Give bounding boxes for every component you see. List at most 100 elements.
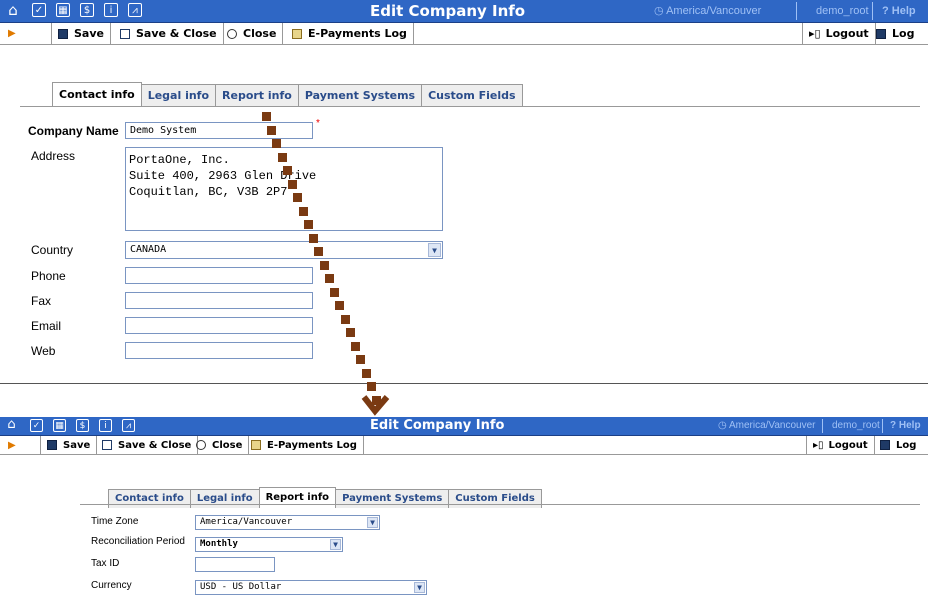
- currency-select[interactable]: USD - US Dollar ▼: [195, 580, 427, 595]
- arrow-head-icon: [361, 395, 390, 416]
- log-label: Log: [892, 27, 915, 40]
- required-marker: *: [316, 118, 320, 129]
- help-text: Help: [898, 420, 921, 431]
- dollar-icon[interactable]: $: [76, 419, 89, 432]
- help-icon: ?: [882, 5, 889, 17]
- chevron-down-icon: ▼: [330, 539, 341, 550]
- tab-payment-systems[interactable]: Payment Systems: [335, 489, 450, 508]
- timezone-text: America/Vancouver: [666, 5, 762, 17]
- log-button[interactable]: Log: [870, 23, 920, 44]
- phone-input[interactable]: [125, 267, 313, 284]
- checklist-icon[interactable]: ✓: [30, 419, 43, 432]
- separator: [822, 419, 823, 433]
- tab-legal-info[interactable]: Legal info: [189, 489, 260, 508]
- chart-icon[interactable]: ⩘: [128, 3, 142, 17]
- close-button[interactable]: Close: [221, 23, 284, 44]
- reconciliation-period-select[interactable]: Monthly ▼: [195, 537, 343, 552]
- close-label: Close: [243, 27, 277, 40]
- close-icon: [227, 28, 237, 39]
- close-button[interactable]: Close: [190, 436, 250, 454]
- tab-contact-info[interactable]: Contact info: [52, 82, 142, 107]
- log-book-icon: [876, 28, 886, 39]
- epayments-label: E-Payments Log: [308, 27, 407, 40]
- timezone-value: America/Vancouver: [200, 517, 293, 527]
- tab-custom-fields[interactable]: Custom Fields: [421, 84, 523, 107]
- logout-icon: ▸▯: [813, 439, 824, 451]
- currency-value: USD - US Dollar: [200, 582, 282, 592]
- timezone-link[interactable]: ◷ America/Vancouver: [718, 417, 816, 435]
- timezone-label: Time Zone: [91, 516, 139, 527]
- user-link[interactable]: demo_root: [816, 0, 869, 22]
- web-input[interactable]: [125, 342, 313, 359]
- checklist-icon[interactable]: ✓: [32, 3, 46, 17]
- tab-contact-info[interactable]: Contact info: [108, 489, 191, 508]
- epayments-log-button[interactable]: E-Payments Log: [286, 23, 414, 44]
- clock-icon: ◷: [654, 5, 664, 17]
- chevron-down-icon: ▼: [414, 582, 425, 593]
- title-bar: ⌂ ✓ ▦ $ i ⩘ Edit Company Info ◷ America/…: [0, 0, 928, 23]
- save-close-button[interactable]: Save & Close: [114, 23, 224, 44]
- fax-label: Fax: [31, 294, 52, 308]
- info-icon[interactable]: i: [99, 419, 112, 432]
- save-close-label: Save & Close: [118, 439, 192, 451]
- log-button[interactable]: Log: [874, 436, 922, 454]
- logout-button[interactable]: ▸▯ Logout: [802, 23, 876, 44]
- tax-id-input[interactable]: [195, 557, 275, 572]
- arrow-dot: [372, 396, 381, 405]
- epayments-log-button[interactable]: E-Payments Log: [245, 436, 364, 454]
- country-value: CANADA: [130, 244, 167, 255]
- home-icon[interactable]: ⌂: [5, 418, 18, 432]
- log-label: Log: [896, 439, 917, 451]
- epayments-label: E-Payments Log: [267, 439, 357, 451]
- email-input[interactable]: [125, 317, 313, 334]
- save-close-icon: [102, 440, 112, 450]
- address-textarea[interactable]: PortaOne, Inc. Suite 400, 2963 Glen Driv…: [125, 147, 443, 231]
- log-icon: [292, 28, 302, 39]
- grid-icon[interactable]: ▦: [56, 3, 70, 17]
- tax-id-label: Tax ID: [91, 558, 120, 569]
- logout-label: Logout: [825, 27, 869, 40]
- close-icon: [196, 440, 206, 450]
- home-icon[interactable]: ⌂: [6, 3, 20, 18]
- save-icon: [47, 440, 57, 450]
- save-close-icon: [120, 28, 130, 39]
- chart-icon[interactable]: ⩘: [122, 419, 135, 432]
- fax-input[interactable]: [125, 292, 313, 309]
- log-book-icon: [880, 440, 890, 450]
- help-link[interactable]: ? Help: [890, 417, 921, 435]
- timezone-text: America/Vancouver: [728, 420, 816, 431]
- dollar-icon[interactable]: $: [80, 3, 94, 17]
- help-text: Help: [891, 5, 916, 17]
- save-button[interactable]: Save: [51, 23, 111, 44]
- log-icon: [251, 440, 261, 450]
- save-button[interactable]: Save: [40, 436, 98, 454]
- tab-report-info[interactable]: Report info: [215, 84, 299, 107]
- menu-arrow-icon[interactable]: ▶: [8, 436, 16, 454]
- logout-button[interactable]: ▸▯ Logout: [806, 436, 875, 454]
- tab-legal-info[interactable]: Legal info: [140, 84, 217, 107]
- tab-custom-fields[interactable]: Custom Fields: [448, 489, 542, 508]
- timezone-link[interactable]: ◷ America/Vancouver: [654, 0, 761, 22]
- grid-icon[interactable]: ▦: [53, 419, 66, 432]
- company-name-input[interactable]: Demo System: [125, 122, 313, 139]
- country-select[interactable]: CANADA ▼: [125, 241, 443, 259]
- tab-underline: [20, 106, 920, 107]
- help-link[interactable]: ? Help: [882, 0, 916, 22]
- separator: [882, 419, 883, 433]
- phone-label: Phone: [31, 269, 66, 283]
- info-icon[interactable]: i: [104, 3, 118, 17]
- page-title: Edit Company Info: [370, 2, 526, 20]
- title-bar: ⌂ ✓ ▦ $ i ⩘ Edit Company Info ◷ America/…: [0, 417, 928, 436]
- menu-arrow-icon[interactable]: ▶: [8, 23, 16, 44]
- logout-icon: ▸▯: [809, 27, 821, 40]
- save-icon: [58, 28, 68, 39]
- timezone-select[interactable]: America/Vancouver ▼: [195, 515, 380, 530]
- close-label: Close: [212, 439, 243, 451]
- country-label: Country: [31, 243, 74, 257]
- separator: [872, 2, 873, 20]
- email-label: Email: [31, 319, 62, 333]
- reconciliation-value: Monthly: [200, 539, 238, 549]
- tab-payment-systems[interactable]: Payment Systems: [297, 84, 423, 107]
- user-link[interactable]: demo_root: [832, 417, 880, 435]
- save-close-button[interactable]: Save & Close: [96, 436, 199, 454]
